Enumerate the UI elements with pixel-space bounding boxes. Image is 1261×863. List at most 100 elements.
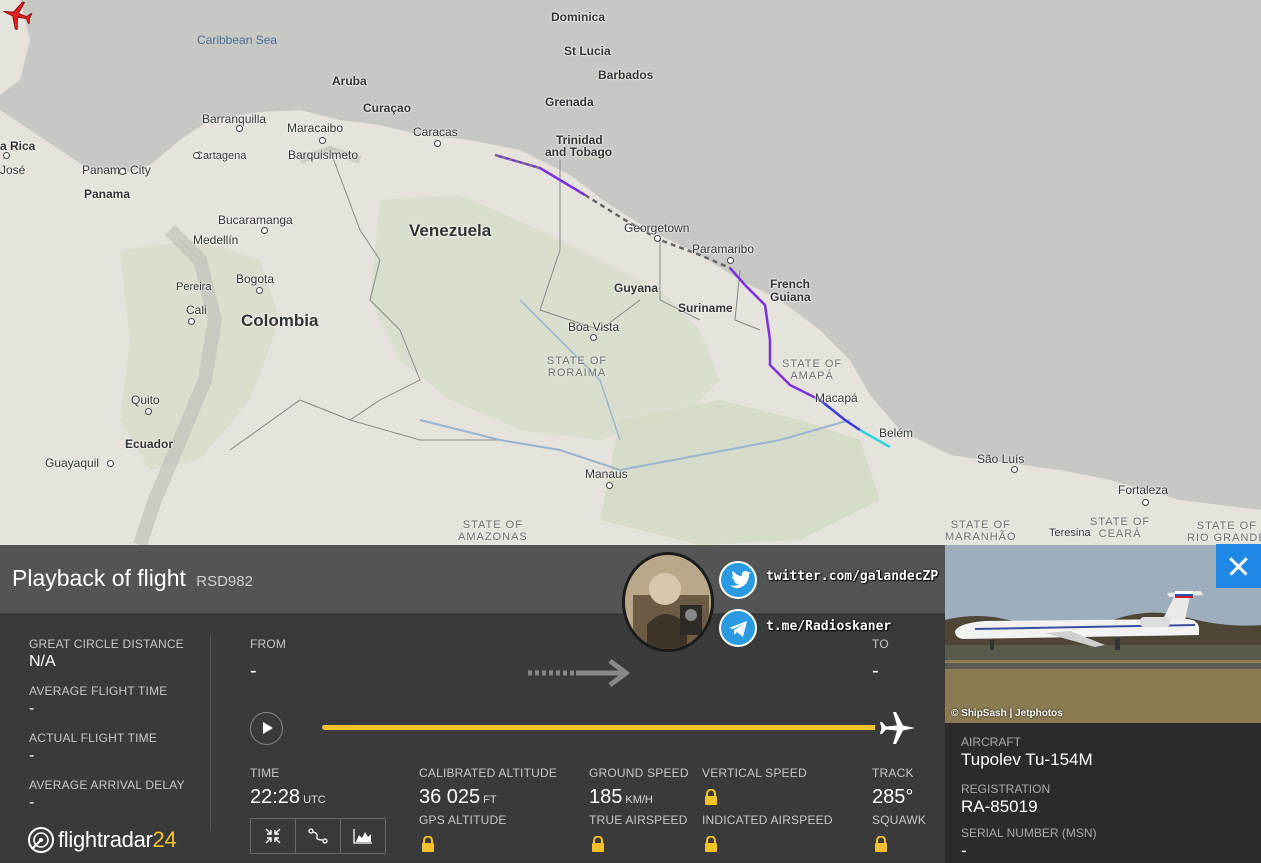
map-label-curacao: Curaçao — [363, 101, 412, 115]
from-value[interactable]: - — [250, 660, 257, 683]
panel-divider — [210, 635, 211, 831]
map-label-guiana: Guiana — [770, 290, 811, 304]
route-button[interactable] — [296, 819, 341, 853]
map-label-panama-city: Panama City — [82, 163, 151, 177]
registration-value: RA-85019 — [961, 797, 1038, 816]
panel-title-text: Playback of flight — [12, 565, 186, 591]
map-label-ecuador: Ecuador — [125, 437, 174, 451]
great-circle-distance-value: N/A — [29, 653, 56, 670]
map-label-teresina: Teresina — [1049, 527, 1091, 539]
ground-speed-label: GROUND SPEED — [589, 766, 689, 780]
telegram-icon[interactable] — [719, 609, 757, 647]
altitude-chart-button[interactable] — [341, 819, 385, 853]
panel-title: Playback of flight RSD982 — [12, 565, 253, 592]
direction-arrow-icon — [528, 659, 631, 687]
map-label-manaus: Manaus — [585, 467, 628, 481]
city-dot — [3, 152, 10, 159]
map-label-paramaribo: Paramaribo — [692, 242, 755, 256]
city-dot — [727, 257, 734, 264]
map-label-grenada: Grenada — [545, 95, 594, 109]
city-dot — [1142, 499, 1149, 506]
city-dot — [590, 334, 597, 341]
city-dot — [193, 152, 200, 159]
time-value: 22:28 UTC — [250, 786, 326, 808]
from-label: FROM — [250, 637, 287, 651]
map-label-medellin: Medellín — [193, 233, 239, 247]
lock-icon[interactable] — [704, 836, 718, 852]
map-label-cali: Cali — [186, 303, 207, 317]
average-flight-time-label: AVERAGE FLIGHT TIME — [29, 684, 168, 698]
map-view[interactable]: Caribbean Sea Dominica St Lucia Barbados… — [0, 0, 1261, 545]
route-icon — [308, 828, 328, 844]
city-dot — [119, 168, 126, 175]
city-dot — [654, 235, 661, 242]
aircraft-marker-icon[interactable] — [0, 0, 34, 30]
average-arrival-delay-label: AVERAGE ARRIVAL DELAY — [29, 778, 185, 792]
playback-progress-bar[interactable] — [322, 725, 894, 730]
map-label-french: French — [770, 277, 811, 291]
actual-flight-time-value: - — [29, 747, 35, 764]
play-button[interactable] — [250, 712, 283, 745]
map-label-state-of-ceara: STATE OF CEARÁ — [1090, 516, 1151, 540]
track-value: 285° — [872, 786, 914, 808]
serial-number-label: SERIAL NUMBER (MSN) — [961, 826, 1097, 840]
lock-icon[interactable] — [704, 789, 718, 805]
to-value[interactable]: - — [872, 660, 879, 683]
map-label-barranquilla: Barranquilla — [202, 112, 267, 126]
logo-text: flightradar24 — [58, 827, 177, 852]
telegram-handle[interactable]: t.me/Radioskaner — [766, 619, 891, 634]
ground-speed-value: 185 KM/H — [589, 786, 653, 808]
actual-flight-time-label: ACTUAL FLIGHT TIME — [29, 731, 158, 745]
gps-altitude-label: GPS ALTITUDE — [419, 813, 507, 827]
map-label-georgetown: Georgetown — [624, 221, 690, 235]
lock-icon[interactable] — [591, 836, 605, 852]
playback-aircraft-handle-icon[interactable] — [874, 705, 920, 751]
lock-icon[interactable] — [421, 836, 435, 852]
aircraft-photo[interactable]: © ShipSash | Jetphotos — [945, 545, 1261, 723]
registration-label: REGISTRATION — [961, 782, 1051, 796]
map-label-colombia: Colombia — [241, 311, 319, 330]
twitter-icon[interactable] — [719, 561, 757, 599]
twitter-handle[interactable]: twitter.com/galandecZP — [766, 569, 938, 584]
map-label-caracas: Caracas — [413, 125, 458, 139]
close-button[interactable] — [1216, 544, 1261, 588]
map-label-caribbean-sea: Caribbean Sea — [197, 33, 278, 47]
city-dot — [188, 318, 195, 325]
lock-icon[interactable] — [874, 836, 888, 852]
map-label-maracaibo: Maracaibo — [287, 121, 344, 135]
photo-credit[interactable]: © ShipSash | Jetphotos — [951, 708, 1063, 719]
channel-avatar — [622, 552, 714, 652]
collapse-button[interactable] — [251, 819, 296, 853]
aircraft-photo-image — [945, 545, 1261, 723]
city-dot — [261, 227, 268, 234]
map-label-venezuela: Venezuela — [409, 221, 492, 240]
map-label-bucaramanga: Bucaramanga — [218, 213, 293, 227]
aircraft-type-label: AIRCRAFT — [961, 735, 1021, 749]
map-label-state-of-amazonas: STATE OF AMAZONAS — [458, 519, 528, 543]
map-label-pereira: Pereira — [176, 281, 212, 293]
map-label-costa-rica: a Rica — [0, 139, 36, 153]
vertical-speed-label: VERTICAL SPEED — [702, 766, 807, 780]
to-label: TO — [872, 637, 889, 651]
average-arrival-delay-value: - — [29, 794, 35, 811]
map-label-and-tobago: and Tobago — [545, 145, 613, 159]
calibrated-altitude-label: CALIBRATED ALTITUDE — [419, 766, 558, 780]
map-label-san-jose: José — [0, 163, 26, 177]
aircraft-info-panel: © ShipSash | Jetphotos AIRCRAFT Tupolev … — [945, 545, 1261, 863]
time-unit: UTC — [303, 794, 326, 806]
indicated-airspeed-label: INDICATED AIRSPEED — [702, 813, 833, 827]
map-label-guayaquil: Guayaquil — [45, 456, 100, 470]
chart-icon — [353, 829, 372, 844]
flight-callsign: RSD982 — [196, 573, 253, 590]
map-label-state-of-maranhao: STATE OF MARANHÃO — [945, 519, 1017, 543]
city-dot — [236, 125, 243, 132]
map-label-dominica: Dominica — [551, 10, 606, 24]
map-label-aruba: Aruba — [332, 74, 367, 88]
city-dot — [434, 140, 441, 147]
altitude-unit: FT — [483, 794, 497, 806]
city-dot — [145, 408, 152, 415]
map-label-belem: Belém — [879, 426, 914, 440]
flightradar24-logo[interactable]: flightradar24 — [28, 827, 177, 853]
map-label-barquisimeto: Barquisimeto — [288, 148, 359, 162]
average-flight-time-value: - — [29, 700, 35, 717]
